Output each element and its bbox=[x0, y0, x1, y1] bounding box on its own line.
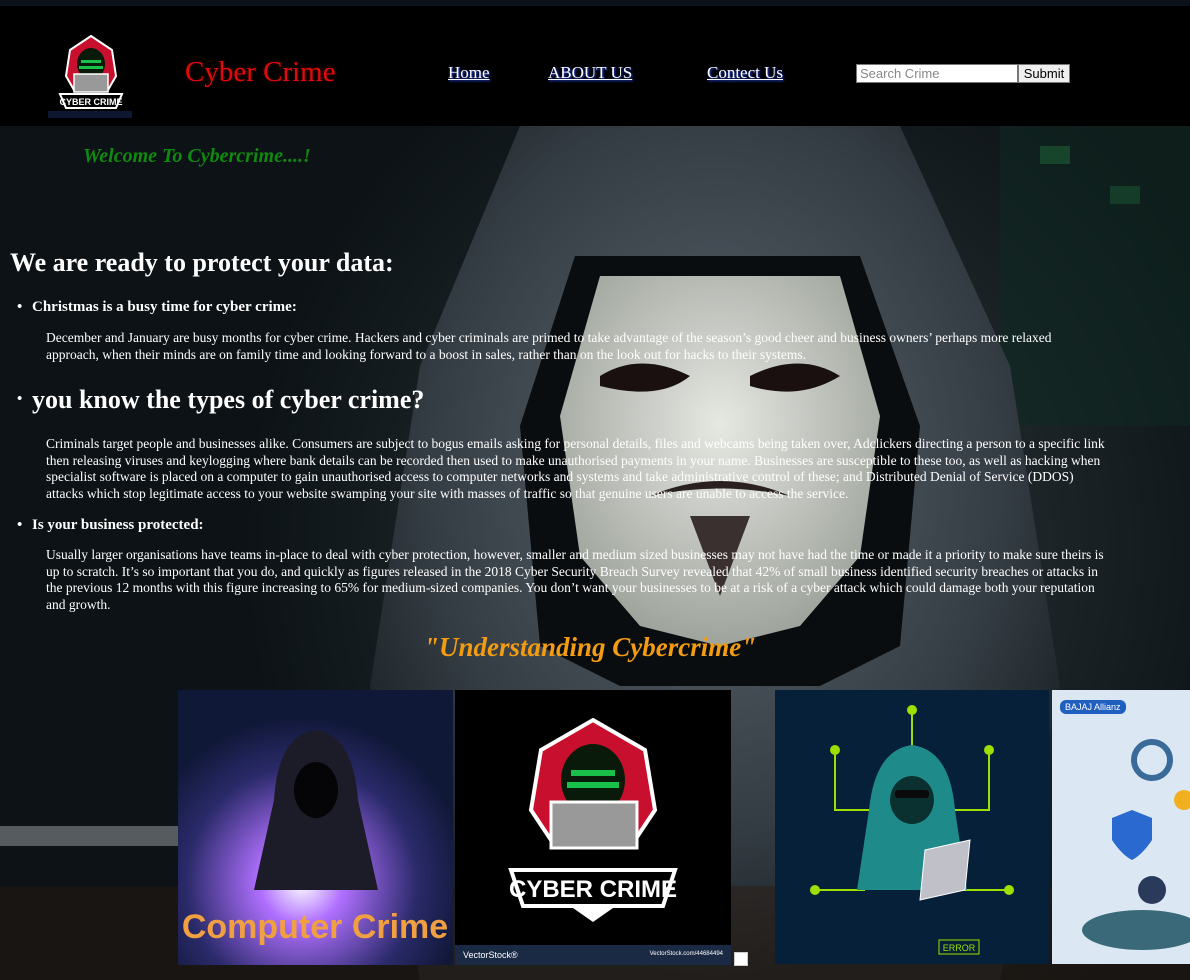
logo-strip bbox=[48, 111, 132, 118]
cyber-crime-logo-image: CYBER CRIME bbox=[508, 717, 678, 922]
nav-contact-link[interactable]: Contect Us bbox=[707, 63, 783, 83]
brand-title: Cyber Crime bbox=[185, 56, 336, 88]
hacker-logo-icon: CYBER CRIME bbox=[58, 34, 124, 109]
paragraph-line: approach, when their minds are on family… bbox=[46, 346, 806, 362]
svg-text:Computer Crime: Computer Crime bbox=[182, 908, 448, 946]
section-title-christmas: Christmas is a busy time for cyber crime… bbox=[17, 299, 297, 316]
understanding-heading: "Understanding Cybercrime" bbox=[424, 632, 757, 662]
brand-tag: BAJAJ Allianz bbox=[1060, 700, 1126, 714]
gallery-image-cyber-crime-logo[interactable]: CYBER CRIME VectorStock® VectorStock.com… bbox=[455, 690, 731, 965]
hooded-hacker-image: Computer Crime bbox=[178, 690, 453, 965]
page-heading: We are ready to protect your data: bbox=[10, 248, 394, 277]
caption-left: VectorStock® bbox=[463, 950, 518, 960]
section-title-protected: Is your business protected: bbox=[17, 517, 204, 534]
gallery-image-computer-crime[interactable]: Computer Crime bbox=[178, 690, 453, 965]
broken-image-icon[interactable] bbox=[734, 952, 748, 966]
paragraph-line: the previous 12 months with this figure … bbox=[46, 580, 1095, 595]
nav-about-link[interactable]: ABOUT US bbox=[548, 63, 632, 83]
paragraph-line: specialist software is placed on a compu… bbox=[46, 469, 1074, 484]
paragraph-line: up to scratch. It’s so important that yo… bbox=[46, 563, 1098, 579]
caption-right: VectorStock.com/44684494 bbox=[649, 951, 723, 957]
paragraph-line: Criminals target people and businesses a… bbox=[46, 436, 1105, 451]
gallery-image-hacker-laptop[interactable]: ERROR bbox=[775, 690, 1049, 964]
search-input[interactable] bbox=[856, 64, 1018, 83]
section-title-types: you know the types of cyber crime? bbox=[17, 385, 424, 415]
submit-button[interactable]: Submit bbox=[1018, 64, 1070, 83]
section-paragraph-protected: Usually larger organisations have teams … bbox=[46, 547, 1104, 613]
paragraph-line: Usually larger organisations have teams … bbox=[46, 547, 1104, 562]
header-bar: CYBER CRIME Cyber Crime Home ABOUT US Co… bbox=[0, 0, 1190, 126]
svg-text:CYBER CRIME: CYBER CRIME bbox=[509, 876, 677, 903]
hacker-laptop-illustration: ERROR bbox=[775, 690, 1049, 964]
site-logo[interactable]: CYBER CRIME bbox=[50, 30, 132, 120]
svg-text:CYBER CRIME: CYBER CRIME bbox=[59, 97, 122, 107]
paragraph-line: and growth. bbox=[46, 596, 111, 612]
nav-home-link[interactable]: Home bbox=[448, 63, 490, 83]
section-paragraph-types: Criminals target people and businesses a… bbox=[46, 436, 1105, 502]
gallery-image-security-network[interactable]: BAJAJ Allianz bbox=[1052, 690, 1190, 964]
security-network-illustration bbox=[1052, 690, 1190, 964]
welcome-text: Welcome To Cybercrime....! bbox=[83, 145, 311, 167]
svg-text:ERROR: ERROR bbox=[943, 943, 976, 953]
section-paragraph-christmas: December and January are busy months for… bbox=[46, 330, 1052, 363]
image-caption-bar: VectorStock® VectorStock.com/44684494 bbox=[455, 945, 731, 965]
paragraph-line: December and January are busy months for… bbox=[46, 330, 1052, 345]
paragraph-line: attacks which stop legitimate access to … bbox=[46, 485, 849, 501]
paragraph-line: then releasing viruses and keylogging wh… bbox=[46, 452, 1101, 468]
